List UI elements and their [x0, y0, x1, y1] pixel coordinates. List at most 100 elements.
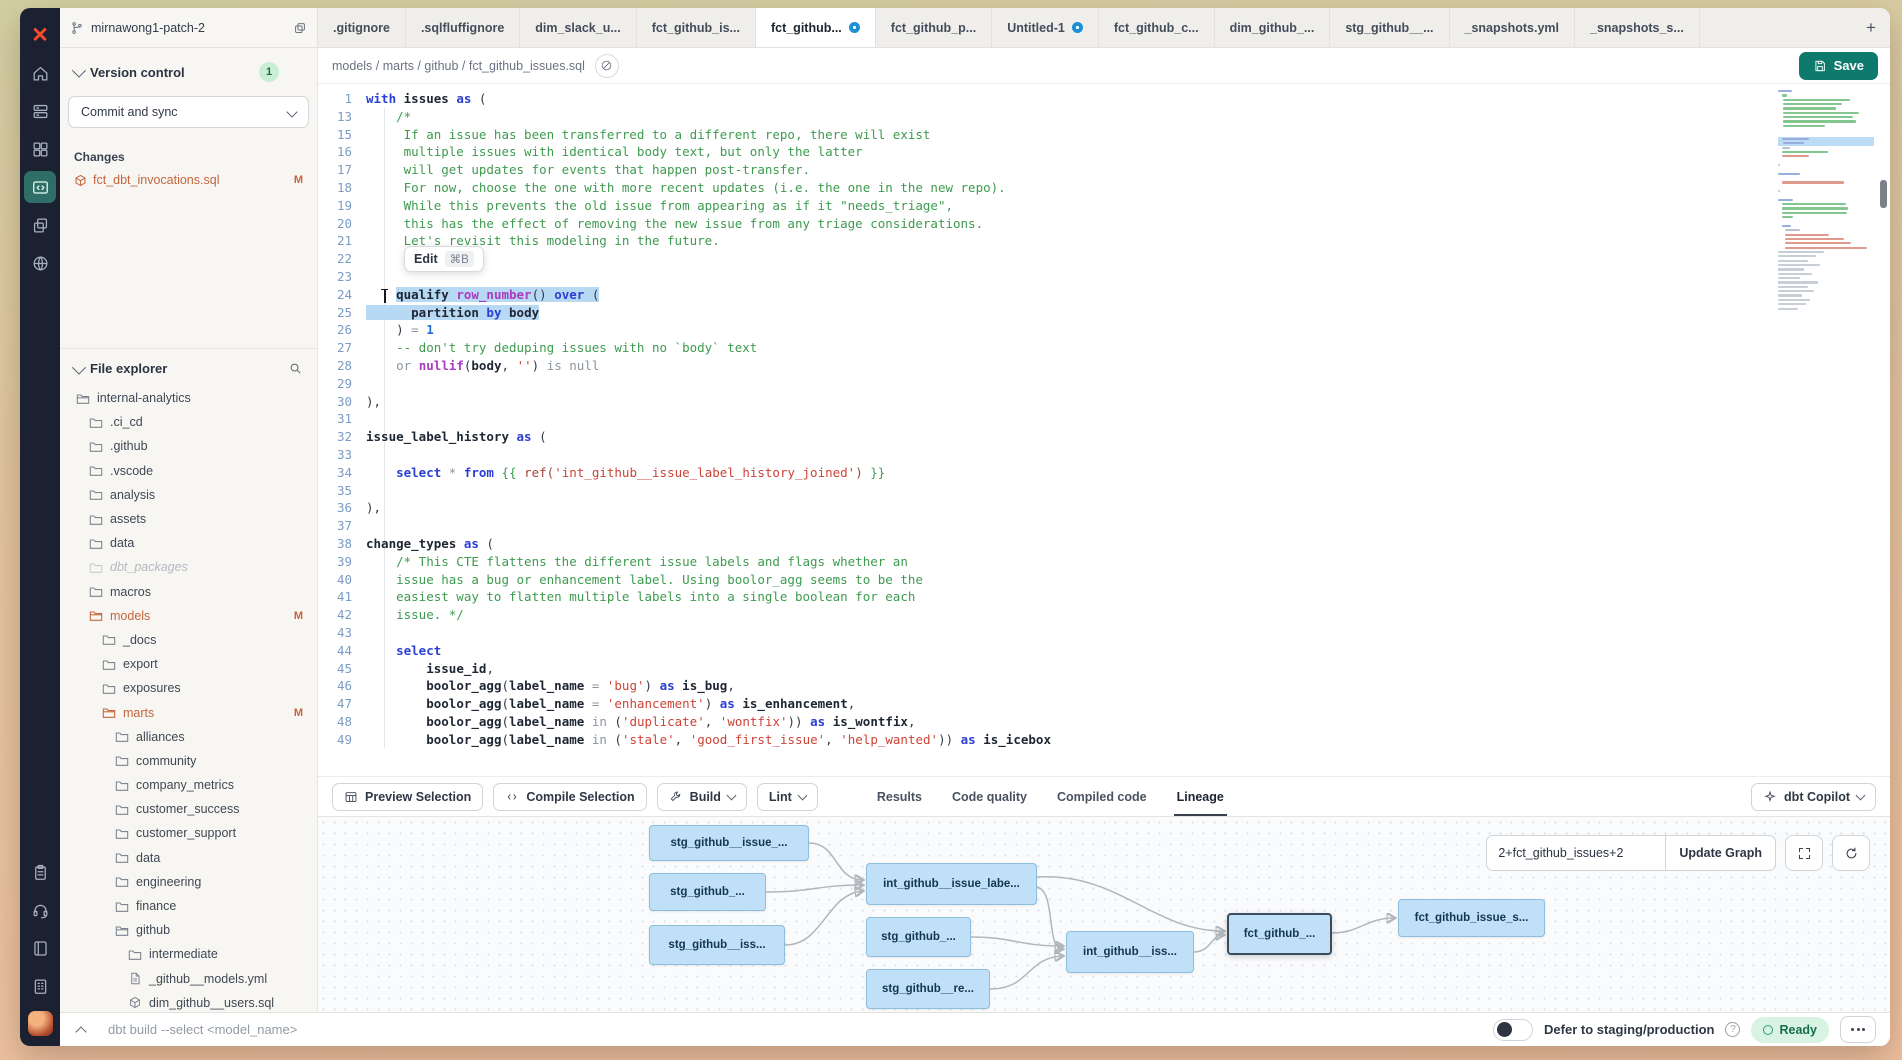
projects-icon[interactable]	[24, 95, 56, 127]
apps-icon[interactable]	[24, 133, 56, 165]
tree-item-.github[interactable]: .github	[60, 434, 317, 458]
code-line[interactable]: 32issue_label_history as (	[318, 428, 1890, 446]
lineage-node-stg_github__iss...[interactable]: stg_github__iss...	[649, 925, 785, 965]
lint-button[interactable]: Lint	[757, 783, 818, 811]
code-lines[interactable]: 1with issues as (13 /*15 If an issue has…	[318, 84, 1890, 776]
lineage-node-int_github__iss...[interactable]: int_github__iss...	[1066, 931, 1194, 973]
code-line[interactable]: 15 If an issue has been transferred to a…	[318, 126, 1890, 144]
tab-lineage[interactable]: Lineage	[1162, 777, 1239, 816]
code-line[interactable]: 23	[318, 268, 1890, 286]
code-line[interactable]: 29	[318, 375, 1890, 393]
code-line[interactable]: 37	[318, 517, 1890, 535]
tree-item-dbt_packages[interactable]: dbt_packages	[60, 555, 317, 579]
tree-item-company_metrics[interactable]: company_metrics	[60, 773, 317, 797]
edit-action[interactable]: Edit	[414, 252, 438, 266]
tab-fct_github_is...[interactable]: fct_github_is...	[637, 8, 756, 47]
home-icon[interactable]	[24, 57, 56, 89]
tree-item-.ci_cd[interactable]: .ci_cd	[60, 410, 317, 434]
tab-dim_slack_u...[interactable]: dim_slack_u...	[520, 8, 636, 47]
new-tab-button[interactable]: +	[1852, 8, 1890, 47]
code-line[interactable]: 35	[318, 482, 1890, 500]
code-line[interactable]: 28 or nullif(body, '') is null	[318, 357, 1890, 375]
code-line[interactable]: 41 easiest way to flatten multiple label…	[318, 588, 1890, 606]
code-line[interactable]: 33	[318, 446, 1890, 464]
code-line[interactable]: 13 /*	[318, 108, 1890, 126]
tab-Untitled-1[interactable]: Untitled-1	[992, 8, 1099, 47]
tree-item-finance[interactable]: finance	[60, 894, 317, 918]
code-line[interactable]: 34 select * from {{ ref('int_github__iss…	[318, 464, 1890, 482]
code-line[interactable]: 45 issue_id,	[318, 660, 1890, 678]
code-line[interactable]: 47 boolor_agg(label_name = 'enhancement'…	[318, 695, 1890, 713]
refresh-button[interactable]	[1832, 835, 1870, 871]
lineage-node-fct_github_...[interactable]: fct_github_...	[1227, 913, 1332, 955]
branch-selector[interactable]: mirnawong1-patch-2	[60, 8, 318, 47]
lineage-node-int_github__issue_labe...[interactable]: int_github__issue_labe...	[866, 863, 1037, 905]
scrollbar-thumb[interactable]	[1880, 180, 1887, 208]
code-line[interactable]: 46 boolor_agg(label_name = 'bug') as is_…	[318, 677, 1890, 695]
tree-item-internal-analytics[interactable]: internal-analytics	[60, 386, 317, 410]
environments-icon[interactable]	[24, 209, 56, 241]
code-line[interactable]: 20 this has the effect of removing the n…	[318, 215, 1890, 233]
code-line[interactable]: 43	[318, 624, 1890, 642]
lineage-node-stg_github__re...[interactable]: stg_github__re...	[866, 969, 990, 1009]
tab-dim_github_...[interactable]: dim_github_...	[1215, 8, 1331, 47]
code-line[interactable]: 39 /* This CTE flattens the different is…	[318, 553, 1890, 571]
copy-icon[interactable]	[293, 21, 307, 35]
code-line[interactable]: 26 ) = 1	[318, 321, 1890, 339]
code-line[interactable]: 16 multiple issues with identical body t…	[318, 143, 1890, 161]
tree-item-data[interactable]: data	[60, 846, 317, 870]
tab-_snapshots_s...[interactable]: _snapshots_s...	[1575, 8, 1700, 47]
preview-selection-button[interactable]: Preview Selection	[332, 783, 483, 811]
code-line[interactable]: 36),	[318, 499, 1890, 517]
tree-item-data[interactable]: data	[60, 531, 317, 555]
tab-.gitignore[interactable]: .gitignore	[318, 8, 406, 47]
code-line[interactable]: 25 partition by body	[318, 304, 1890, 322]
tree-item-.vscode[interactable]: .vscode	[60, 459, 317, 483]
code-line[interactable]: 42 issue. */	[318, 606, 1890, 624]
user-avatar[interactable]	[28, 1011, 53, 1036]
command-input-placeholder[interactable]: dbt build --select <model_name>	[108, 1022, 297, 1037]
tree-item-_docs[interactable]: _docs	[60, 628, 317, 652]
code-editor[interactable]: 1with issues as (13 /*15 If an issue has…	[318, 84, 1890, 776]
clipboard-icon[interactable]	[24, 856, 56, 888]
code-line[interactable]: 19 While this prevents the old issue fro…	[318, 197, 1890, 215]
tree-item-models[interactable]: modelsM	[60, 604, 317, 628]
minimap[interactable]	[1778, 88, 1874, 324]
file-explorer-header[interactable]: File explorer	[60, 361, 317, 376]
dbt-copilot-button[interactable]: dbt Copilot	[1751, 783, 1876, 811]
code-line[interactable]: 18 For now, choose the one with more rec…	[318, 179, 1890, 197]
tree-item-exposures[interactable]: exposures	[60, 676, 317, 700]
code-line[interactable]: 44 select	[318, 642, 1890, 660]
dbt-logo[interactable]: ✕	[24, 19, 56, 51]
search-icon[interactable]	[288, 361, 303, 376]
code-line[interactable]: 31	[318, 410, 1890, 428]
lineage-node-fct_github_issue_s...[interactable]: fct_github_issue_s...	[1398, 899, 1545, 937]
code-line[interactable]: 30),	[318, 393, 1890, 411]
tab-code-quality[interactable]: Code quality	[937, 777, 1042, 816]
file-action-button[interactable]	[595, 54, 619, 78]
expand-command-bar-button[interactable]	[68, 1019, 94, 1041]
tree-item-assets[interactable]: assets	[60, 507, 317, 531]
tree-item-_github__models.yml[interactable]: _github__models.yml	[60, 967, 317, 991]
defer-toggle[interactable]	[1493, 1019, 1533, 1041]
tree-item-github[interactable]: github	[60, 918, 317, 942]
tree-item-marts[interactable]: martsM	[60, 700, 317, 724]
tab-.sqlfluffignore[interactable]: .sqlfluffignore	[406, 8, 520, 47]
code-line[interactable]: 21 Let's revisit this modeling in the fu…	[318, 232, 1890, 250]
tree-item-engineering[interactable]: engineering	[60, 870, 317, 894]
tab-stg_github__...[interactable]: stg_github__...	[1330, 8, 1449, 47]
code-line[interactable]: 48 boolor_agg(label_name in ('duplicate'…	[318, 713, 1890, 731]
tree-item-export[interactable]: export	[60, 652, 317, 676]
tab-fct_github_c...[interactable]: fct_github_c...	[1099, 8, 1215, 47]
more-options-button[interactable]	[1840, 1016, 1876, 1043]
help-icon[interactable]: ?	[1725, 1022, 1740, 1037]
tree-item-dim_github__users.sql[interactable]: dim_github__users.sql	[60, 991, 317, 1012]
lineage-selector-input[interactable]	[1486, 835, 1666, 871]
docs-icon[interactable]	[24, 247, 56, 279]
lineage-node-stg_github_...[interactable]: stg_github_...	[649, 873, 766, 911]
changed-file-row[interactable]: fct_dbt_invocations.sql M	[60, 170, 317, 190]
code-line[interactable]: 1with issues as (	[318, 90, 1890, 108]
code-line[interactable]: 24 qualify row_number() over (	[318, 286, 1890, 304]
tree-item-customer_support[interactable]: customer_support	[60, 821, 317, 845]
ide-icon[interactable]	[24, 171, 56, 203]
